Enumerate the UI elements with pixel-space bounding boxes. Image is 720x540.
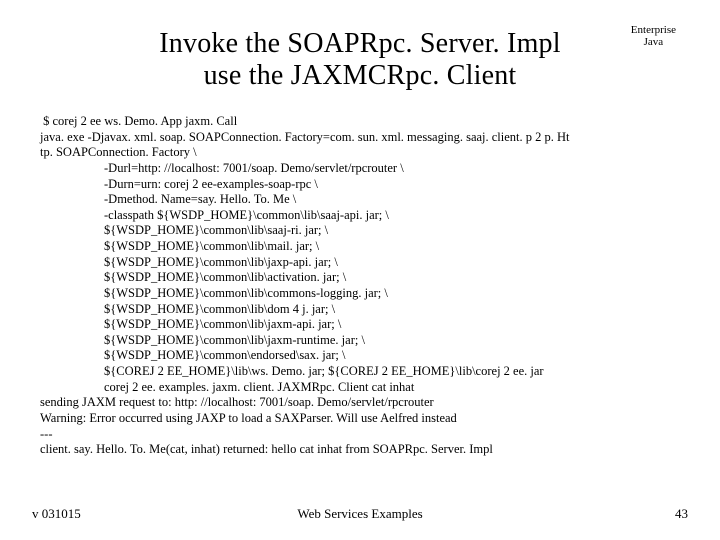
code-line: ${WSDP_HOME}\common\lib\jaxm-runtime. ja… (40, 333, 680, 349)
code-line: ${WSDP_HOME}\common\lib\mail. jar; \ (40, 239, 680, 255)
code-line: ${WSDP_HOME}\common\lib\commons-logging.… (40, 286, 680, 302)
code-line: -Durl=http: //localhost: 7001/soap. Demo… (40, 161, 680, 177)
code-line: tp. SOAPConnection. Factory \ (40, 145, 197, 159)
code-line: -classpath ${WSDP_HOME}\common\lib\saaj-… (40, 208, 680, 224)
slide-title: Invoke the SOAPRpc. Server. Impl use the… (40, 20, 680, 96)
code-line: ${WSDP_HOME}\common\lib\jaxm-api. jar; \ (40, 317, 680, 333)
code-line: -Durn=urn: corej 2 ee-examples-soap-rpc … (40, 177, 680, 193)
code-block: $ corej 2 ee ws. Demo. App jaxm. Call ja… (40, 96, 680, 457)
corner-label-line2: Java (631, 36, 676, 48)
code-line: java. exe -Djavax. xml. soap. SOAPConnec… (40, 130, 570, 144)
footer-title: Web Services Examples (32, 506, 688, 522)
code-line: ${WSDP_HOME}\common\endorsed\sax. jar; \ (40, 348, 680, 364)
code-line: -Dmethod. Name=say. Hello. To. Me \ (40, 192, 680, 208)
code-line: ${WSDP_HOME}\common\lib\saaj-ri. jar; \ (40, 223, 680, 239)
footer-page-number: 43 (675, 506, 688, 522)
code-line: ${WSDP_HOME}\common\lib\jaxp-api. jar; \ (40, 255, 680, 271)
corner-label: Enterprise Java (631, 24, 676, 48)
code-line: client. say. Hello. To. Me(cat, inhat) r… (40, 442, 493, 456)
corner-label-line1: Enterprise (631, 24, 676, 36)
code-line: ${WSDP_HOME}\common\lib\dom 4 j. jar; \ (40, 302, 680, 318)
footer-version: v 031015 (32, 506, 81, 522)
code-line: corej 2 ee. examples. jaxm. client. JAXM… (40, 380, 680, 396)
code-line: --- (40, 427, 53, 441)
code-line: sending JAXM request to: http: //localho… (40, 395, 434, 409)
code-line: $ corej 2 ee ws. Demo. App jaxm. Call (40, 114, 237, 128)
footer: v 031015 Web Services Examples 43 (32, 506, 688, 522)
code-line: Warning: Error occurred using JAXP to lo… (40, 411, 457, 425)
slide-title-line2: use the JAXMCRpc. Client (80, 60, 640, 92)
slide-title-line1: Invoke the SOAPRpc. Server. Impl (80, 28, 640, 60)
code-line: ${COREJ 2 EE_HOME}\lib\ws. Demo. jar; ${… (40, 364, 680, 380)
code-line: ${WSDP_HOME}\common\lib\activation. jar;… (40, 270, 680, 286)
